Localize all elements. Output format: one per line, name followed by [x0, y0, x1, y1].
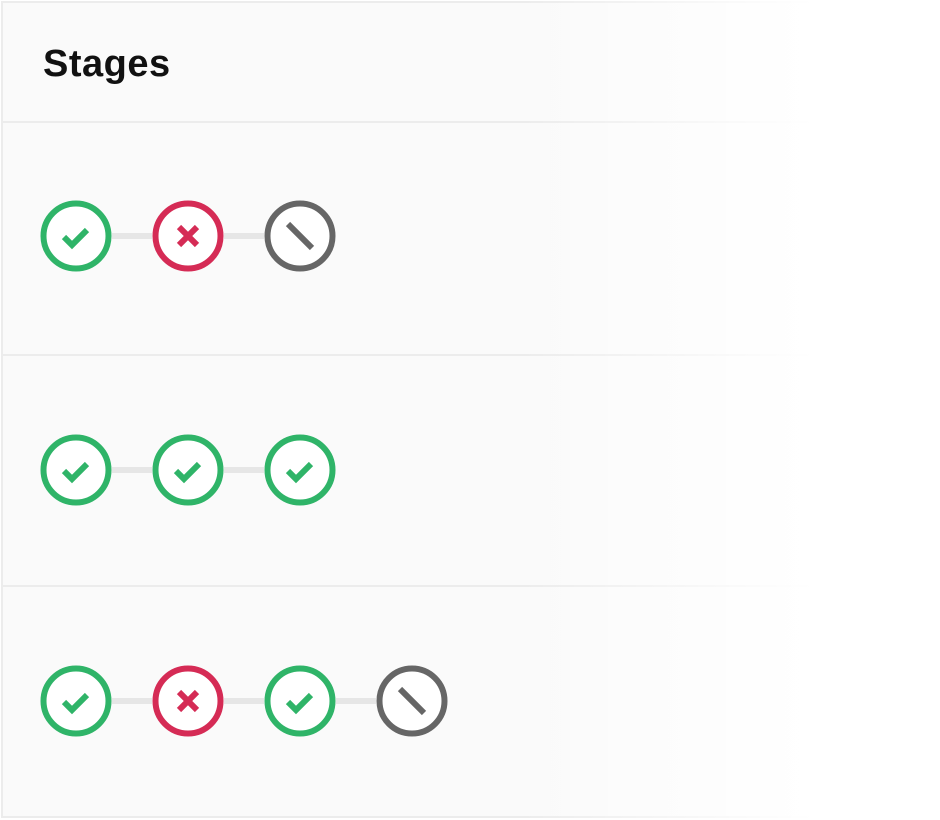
pipeline-row: [3, 123, 940, 356]
pipeline-row: [3, 356, 940, 587]
stage-skipped-status[interactable]: [264, 200, 336, 272]
panel-header: Stages: [3, 3, 940, 123]
stage-status-circle: [264, 200, 336, 272]
stage-success-status[interactable]: [40, 665, 112, 737]
stage-connector: [112, 233, 152, 239]
stage-success-status[interactable]: [264, 434, 336, 506]
stage-status-circle: [40, 434, 112, 506]
stage-success-status[interactable]: [152, 434, 224, 506]
stage-status-circle: [152, 434, 224, 506]
stage-failed-status[interactable]: [152, 200, 224, 272]
stage-skipped-status[interactable]: [376, 665, 448, 737]
stage-connector: [112, 467, 152, 473]
stage-connector: [224, 698, 264, 704]
stages-panel: Stages: [1, 1, 940, 818]
stage-success-status[interactable]: [264, 665, 336, 737]
stage-success-status[interactable]: [40, 434, 112, 506]
stage-status-circle: [376, 665, 448, 737]
stage-status-circle: [152, 200, 224, 272]
stage-connector: [112, 698, 152, 704]
pipeline-row: [3, 587, 940, 820]
stage-pipeline: [40, 434, 336, 506]
stage-connector: [224, 467, 264, 473]
stage-pipeline: [40, 200, 336, 272]
stage-status-circle: [40, 665, 112, 737]
stage-pipeline: [40, 665, 448, 737]
stage-status-circle: [264, 434, 336, 506]
stage-status-circle: [152, 665, 224, 737]
stage-success-status[interactable]: [40, 200, 112, 272]
stage-status-circle: [40, 200, 112, 272]
stage-status-circle: [264, 665, 336, 737]
stage-connector: [224, 233, 264, 239]
page-title: Stages: [43, 43, 171, 85]
stage-connector: [336, 698, 376, 704]
stage-failed-status[interactable]: [152, 665, 224, 737]
